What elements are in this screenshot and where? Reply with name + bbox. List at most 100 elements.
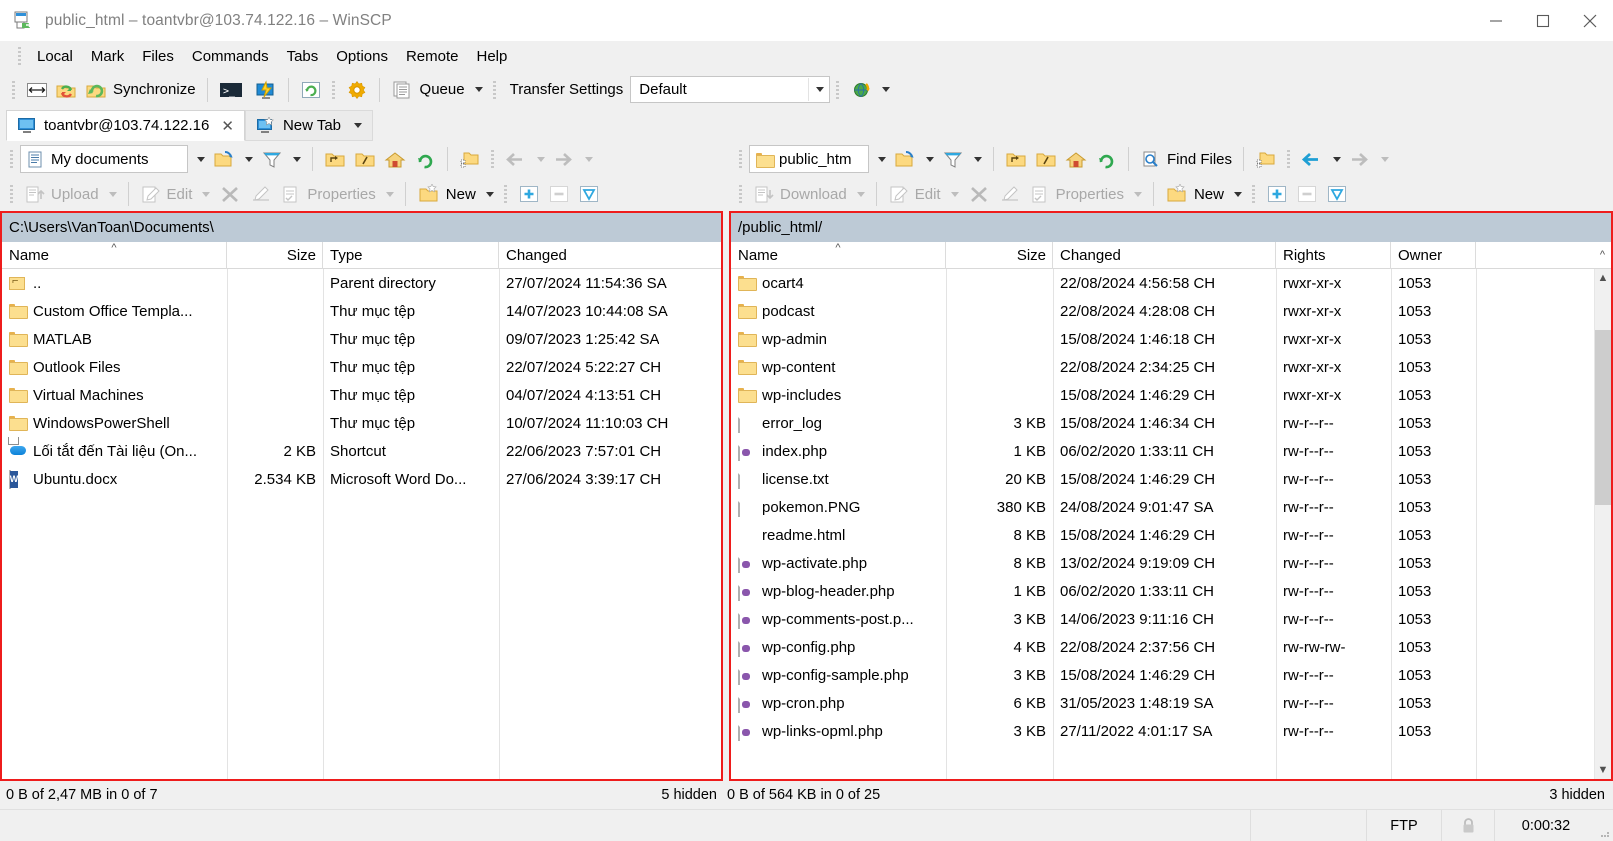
table-row[interactable]: wp-config.php 4 KB 22/08/2024 2:37:56 CH rw… [731, 633, 1594, 661]
local-select-minus-button[interactable] [544, 180, 574, 209]
table-row[interactable]: wp-comments-post.p... 3 KB 14/06/2023 9:11… [731, 605, 1594, 633]
local-new-button[interactable]: New [413, 180, 498, 209]
local-file-list[interactable]: .. Parent directory 27/07/2024 11:54:36 SA… [2, 269, 721, 779]
table-row[interactable]: MATLAB Thư mục tệp 09/07/2023 1:25:42 SA [2, 325, 721, 353]
minimize-button[interactable] [1472, 0, 1519, 41]
local-rename-button[interactable] [246, 180, 276, 209]
local-filter-button[interactable] [257, 145, 305, 174]
open-putty-button[interactable] [249, 75, 281, 104]
local-toolbar-grip-2[interactable] [489, 148, 497, 170]
table-row[interactable]: podcast 22/08/2024 4:28:08 CH rwxr-xr-x 105… [731, 297, 1594, 325]
table-row[interactable]: ocart4 22/08/2024 4:56:58 CH rwxr-xr-x 1053 [731, 269, 1594, 297]
remote-filter-button[interactable] [938, 145, 986, 174]
remote-toolbar-grip[interactable] [737, 148, 745, 170]
remote-forward-button[interactable] [1345, 145, 1393, 174]
remote-select-plus-button[interactable] [1262, 180, 1292, 209]
preferences-gear-button[interactable] [342, 75, 372, 104]
upload-button[interactable]: Upload [20, 180, 121, 209]
menu-item-local[interactable]: Local [28, 46, 82, 67]
local-header-type[interactable]: Type [323, 241, 499, 269]
maximize-button[interactable] [1519, 0, 1566, 41]
find-files-button[interactable]: Find Files [1136, 145, 1236, 174]
remote-toolbar-grip-2[interactable] [1285, 148, 1293, 170]
table-row[interactable]: wp-admin 15/08/2024 1:46:18 CH rwxr-xr-x 10… [731, 325, 1594, 353]
remote-action-grip[interactable] [737, 183, 745, 205]
table-row[interactable]: license.txt 20 KB 15/08/2024 1:46:29 CH rw-… [731, 465, 1594, 493]
tab-close-icon[interactable]: ✕ [221, 117, 234, 135]
local-refresh-button[interactable] [410, 145, 440, 174]
local-delete-button[interactable] [214, 180, 246, 209]
remote-invert-selection-button[interactable] [1322, 180, 1352, 209]
chevron-down-icon[interactable] [808, 78, 825, 101]
local-parent-directory-button[interactable] [320, 145, 350, 174]
compare-directories-button[interactable] [22, 75, 52, 104]
table-row[interactable]: Custom Office Templa... Thư mục tệp 14/07/… [2, 297, 721, 325]
local-toolbar-grip[interactable] [8, 148, 16, 170]
resize-grip-icon[interactable] [1597, 810, 1613, 841]
remote-header-owner[interactable]: Owner [1391, 241, 1476, 269]
remote-header-changed[interactable]: Changed [1053, 241, 1276, 269]
close-button[interactable] [1566, 0, 1613, 41]
remote-new-button[interactable]: New [1161, 180, 1246, 209]
table-row[interactable]: Lối tắt đến Tài liệu (On... 2 KB Shortcut 2… [2, 437, 721, 465]
table-row[interactable]: Ubuntu.docx 2.534 KB Microsoft Word Do... 2… [2, 465, 721, 493]
table-row[interactable]: wp-blog-header.php 1 KB 06/02/2020 1:33:11… [731, 577, 1594, 605]
table-row[interactable]: wp-includes 15/08/2024 1:46:29 CH rwxr-xr-… [731, 381, 1594, 409]
remote-header-size[interactable]: Size [946, 241, 1053, 269]
remote-path-dropdown[interactable] [869, 145, 890, 174]
menu-item-remote[interactable]: Remote [397, 46, 468, 67]
menu-item-commands[interactable]: Commands [183, 46, 278, 67]
local-add-bookmark-button[interactable] [455, 145, 485, 174]
status-encryption-cell[interactable] [1441, 810, 1494, 841]
remote-properties-button[interactable]: Properties [1025, 180, 1146, 209]
toolbar-grip-1[interactable] [10, 79, 18, 101]
scroll-down-arrow-icon[interactable]: ▼ [1595, 761, 1611, 779]
toolbar-grip-3[interactable] [491, 79, 499, 101]
local-header-changed[interactable]: Changed [499, 242, 721, 269]
toolbar-grip-2[interactable] [330, 79, 338, 101]
remote-path-combo[interactable]: public_htm [749, 145, 869, 173]
local-action-grip[interactable] [8, 183, 16, 205]
download-button[interactable]: Download [749, 180, 869, 209]
local-properties-button[interactable]: Properties [276, 180, 397, 209]
table-row[interactable]: pokemon.PNG 380 KB 24/08/2024 9:01:47 SA rw… [731, 493, 1594, 521]
remote-edit-button[interactable]: Edit [884, 180, 963, 209]
local-header-name[interactable]: Name ^ [2, 241, 227, 269]
remote-parent-directory-button[interactable] [1001, 145, 1031, 174]
remote-select-minus-button[interactable] [1292, 180, 1322, 209]
open-terminal-button[interactable]: >_ [215, 75, 249, 104]
local-invert-selection-button[interactable] [574, 180, 604, 209]
remote-open-directory-button[interactable] [890, 145, 938, 174]
local-action-grip-2[interactable] [502, 183, 510, 205]
local-home-directory-button[interactable] [380, 145, 410, 174]
transfer-settings-globe-button[interactable] [846, 75, 894, 104]
local-forward-button[interactable] [549, 145, 597, 174]
table-row[interactable]: index.php 1 KB 06/02/2020 1:33:11 CH rw-r--… [731, 437, 1594, 465]
remote-delete-button[interactable] [963, 180, 995, 209]
local-edit-button[interactable]: Edit [136, 180, 215, 209]
menu-grip[interactable] [16, 45, 24, 67]
local-open-directory-button[interactable] [209, 145, 257, 174]
remote-root-directory-button[interactable] [1031, 145, 1061, 174]
local-root-directory-button[interactable] [350, 145, 380, 174]
table-row[interactable]: error_log 3 KB 15/08/2024 1:46:34 CH rw-r--… [731, 409, 1594, 437]
remote-header-rights[interactable]: Rights [1276, 241, 1391, 269]
scrollbar-track[interactable] [1595, 287, 1611, 761]
table-row[interactable]: Outlook Files Thư mục tệp 22/07/2024 5:22:… [2, 353, 721, 381]
tab-new[interactable]: New Tab [244, 110, 374, 141]
new-tab-caret[interactable] [354, 123, 363, 128]
refresh-button[interactable] [296, 75, 326, 104]
local-path-dropdown[interactable] [188, 145, 209, 174]
local-header-size[interactable]: Size [227, 241, 323, 269]
remote-file-list[interactable]: ocart4 22/08/2024 4:56:58 CH rwxr-xr-x 1053… [731, 269, 1611, 779]
remote-address-bar[interactable]: /public_html/ [731, 213, 1611, 242]
synchronize-browsing-button[interactable] [52, 75, 82, 104]
table-row[interactable]: .. Parent directory 27/07/2024 11:54:36 SA [2, 269, 721, 297]
table-row[interactable]: WindowsPowerShell Thư mục tệp 10/07/2024 1… [2, 409, 721, 437]
toolbar-grip-4[interactable] [834, 79, 842, 101]
menu-item-files[interactable]: Files [133, 46, 183, 67]
menu-item-tabs[interactable]: Tabs [278, 46, 328, 67]
table-row[interactable]: wp-cron.php 6 KB 31/05/2023 1:48:19 SA rw-r… [731, 689, 1594, 717]
remote-rename-button[interactable] [995, 180, 1025, 209]
menu-item-mark[interactable]: Mark [82, 46, 133, 67]
